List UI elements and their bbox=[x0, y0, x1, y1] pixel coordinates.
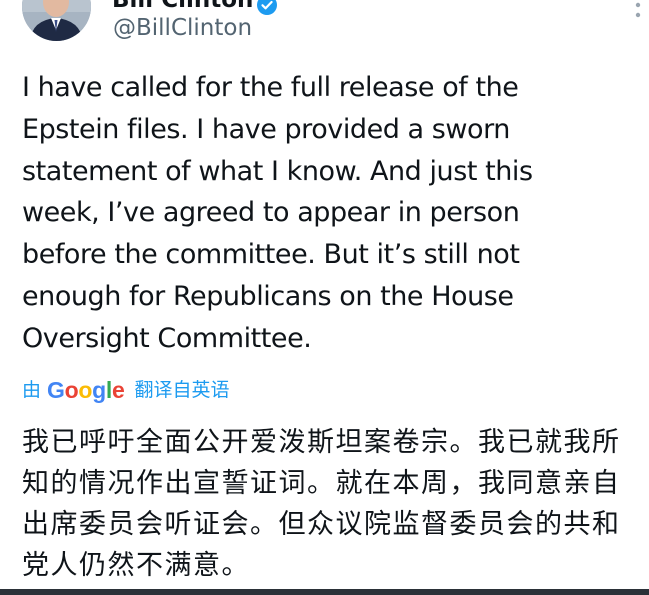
google-logo-letter: e bbox=[111, 377, 125, 403]
tweet-card: Bill Clinton @BillClinton I have called … bbox=[0, 0, 649, 595]
user-handle[interactable]: @BillClinton bbox=[113, 14, 252, 42]
google-logo-letter: o bbox=[78, 377, 93, 403]
translated-from-label[interactable]: 翻译自英语 bbox=[134, 375, 229, 405]
tweet-text: I have called for the full release of th… bbox=[22, 72, 533, 354]
translated-text: 我已呼吁全面公开爱泼斯坦案卷宗。我已就我所知的情况作出宣誓证词。就在本周，我同意… bbox=[22, 427, 621, 581]
google-logo: Google bbox=[47, 375, 125, 405]
google-logo-letter: o bbox=[64, 377, 79, 403]
avatar-photo bbox=[22, 0, 91, 41]
google-logo-letter: G bbox=[47, 377, 65, 403]
more-options-icon[interactable] bbox=[631, 0, 645, 18]
google-logo-letter: g bbox=[92, 377, 106, 403]
verified-badge-icon bbox=[257, 0, 277, 15]
display-name[interactable]: Bill Clinton bbox=[112, 0, 253, 12]
translation-attribution[interactable]: 由 Google 翻译自英语 bbox=[22, 375, 229, 405]
avatar[interactable] bbox=[22, 0, 91, 41]
bottom-edge-bar bbox=[0, 589, 649, 595]
translated-by-label: 由 bbox=[22, 379, 42, 401]
